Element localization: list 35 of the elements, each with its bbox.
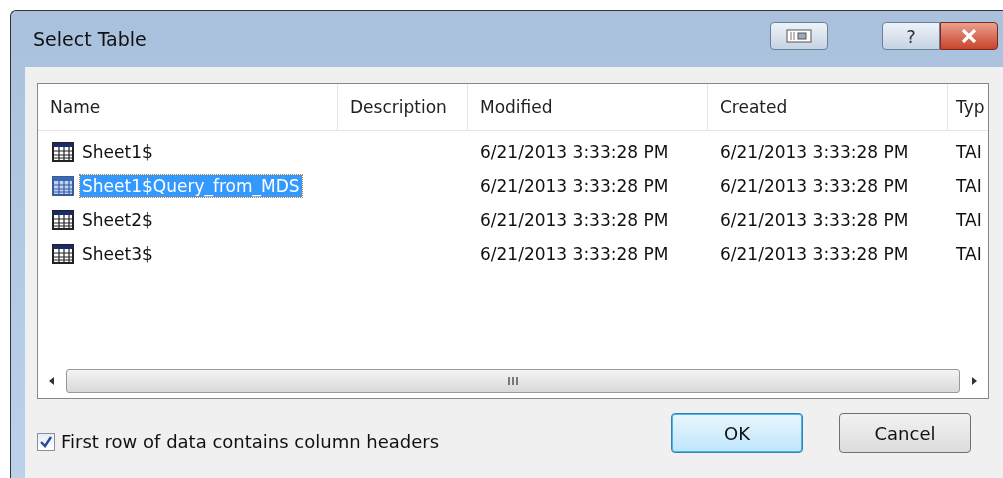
close-icon — [960, 29, 978, 43]
table-cell: 6/21/2013 3:33:28 PM — [480, 142, 669, 162]
table-cell: 6/21/2013 3:33:28 PM — [720, 142, 909, 162]
close-button[interactable] — [940, 22, 998, 50]
restore-button[interactable] — [770, 22, 828, 50]
cancel-button[interactable]: Cancel — [839, 413, 971, 453]
table-cell: 6/21/2013 3:33:28 PM — [720, 210, 909, 230]
table-icon — [52, 210, 74, 230]
window-icon — [786, 29, 812, 43]
table-icon — [52, 244, 74, 264]
column-header[interactable]: Name — [50, 97, 101, 117]
table-name[interactable]: Sheet3$ — [80, 243, 155, 265]
table-cell: 6/21/2013 3:33:28 PM — [480, 176, 669, 196]
table-name[interactable]: Sheet1$ — [80, 141, 155, 163]
table-icon — [52, 176, 74, 196]
column-header[interactable]: Typ — [956, 97, 985, 117]
table-icon — [52, 142, 74, 162]
checkbox-label[interactable]: First row of data contains column headers — [61, 431, 440, 452]
table-cell: 6/21/2013 3:33:28 PM — [720, 176, 909, 196]
table-cell: TAI — [956, 244, 982, 264]
grip-icon — [507, 376, 519, 386]
table-cell: 6/21/2013 3:33:28 PM — [480, 244, 669, 264]
ok-button[interactable]: OK — [671, 413, 803, 453]
column-header[interactable]: Created — [720, 97, 788, 117]
window-title: Select Table — [32, 28, 147, 50]
table-cell: 6/21/2013 3:33:28 PM — [720, 244, 909, 264]
table-cell: 6/21/2013 3:33:28 PM — [480, 210, 669, 230]
column-header[interactable]: Modified — [480, 97, 553, 117]
table-cell: TAI — [956, 210, 982, 230]
checkbox[interactable] — [37, 432, 55, 451]
table-cell: TAI — [956, 142, 982, 162]
column-header[interactable]: Description — [350, 97, 447, 117]
table-name[interactable]: Sheet2$ — [80, 209, 155, 231]
table-cell: TAI — [956, 176, 982, 196]
help-button[interactable]: ? — [882, 22, 940, 50]
